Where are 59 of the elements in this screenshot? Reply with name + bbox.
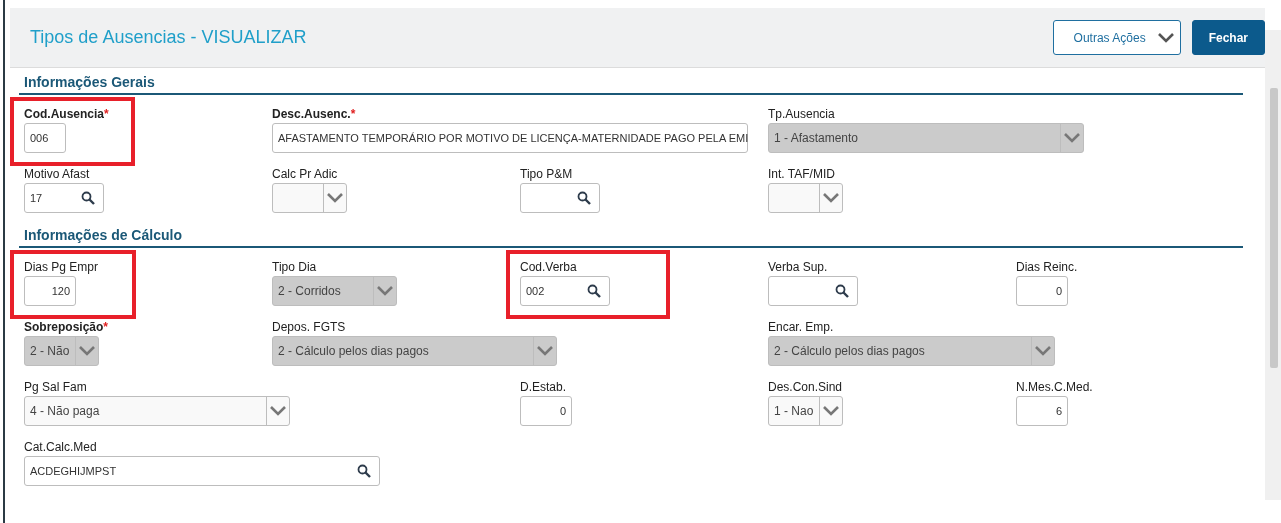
field-label: Cod.Ausencia [24,107,104,121]
input-field[interactable]: AFASTAMENTO TEMPORÁRIO POR MOTIVO DE LICENÇA-MATERNIDADE PAGO PELA EMI [272,123,748,153]
chevron-down-icon [377,286,393,296]
chevron-down-icon [823,193,839,203]
field-label: Tipo P&M [520,167,573,181]
field-label: N.Mes.C.Med. [1016,380,1093,394]
select-field[interactable]: 1 - Nao [768,396,843,426]
lookup-field[interactable]: 002 [520,276,610,306]
field-label: Dias Reinc. [1016,260,1078,274]
required-mark: * [103,320,109,334]
field-label: Dias Pg Empr [24,260,99,274]
scrollbar[interactable] [1265,30,1281,500]
section-title: Informações de Cálculo [19,227,1243,248]
field-label: Int. TAF/MID [768,167,835,181]
select-field[interactable] [272,183,347,213]
chevron-down-icon [79,346,95,356]
field-label: Verba Sup. [768,260,828,274]
chevron-down-icon [1157,32,1174,43]
field-label: Pg Sal Fam [24,380,87,394]
select-field[interactable]: 4 - Não paga [24,396,290,426]
lookup-field[interactable] [520,183,600,213]
lookup-field[interactable]: 17 [24,183,104,213]
field-label: Calc Pr Adic [272,167,338,181]
field-label: Motivo Afast [24,167,90,181]
lookup-field[interactable] [768,276,858,306]
actions-menu-button[interactable]: Outras Ações [1052,20,1181,55]
chevron-down-icon [823,406,839,416]
input-field[interactable]: 120 [24,276,76,306]
search-icon[interactable] [587,284,601,298]
chevron-down-icon [537,346,553,356]
field-label: Tipo Dia [272,260,317,274]
required-mark: * [350,107,356,121]
search-icon[interactable] [357,464,371,478]
field-label: Desc.Ausenc. [272,107,351,121]
page-title: Tipos de Ausencias - VISUALIZAR [30,27,307,48]
required-mark: * [104,107,109,121]
input-field[interactable]: 0 [520,396,572,426]
field-label: D.Estab. [520,380,567,394]
input-field[interactable]: 6 [1016,396,1068,426]
search-icon[interactable] [81,191,95,205]
field-label: Sobreposição [24,320,104,334]
chevron-down-icon [1064,133,1080,143]
field-label: Depos. FGTS [272,320,346,334]
field-label: Encar. Emp. [768,320,834,334]
chevron-down-icon [1035,346,1051,356]
close-button[interactable]: Fechar [1191,20,1265,55]
field-label: Tp.Ausencia [768,107,835,121]
field-label: Cat.Calc.Med [24,440,97,454]
field-label: Cod.Verba [520,260,577,274]
section-title: Informações Gerais [19,74,1243,95]
search-icon[interactable] [577,191,591,205]
search-icon[interactable] [835,284,849,298]
chevron-down-icon [270,406,286,416]
select-field[interactable] [768,183,843,213]
lookup-field[interactable]: ACDEGHIJMPST [24,456,380,486]
input-field[interactable]: 006 [24,123,66,153]
field-label: Des.Con.Sind [768,380,843,394]
input-field[interactable]: 0 [1016,276,1068,306]
chevron-down-icon [327,193,343,203]
